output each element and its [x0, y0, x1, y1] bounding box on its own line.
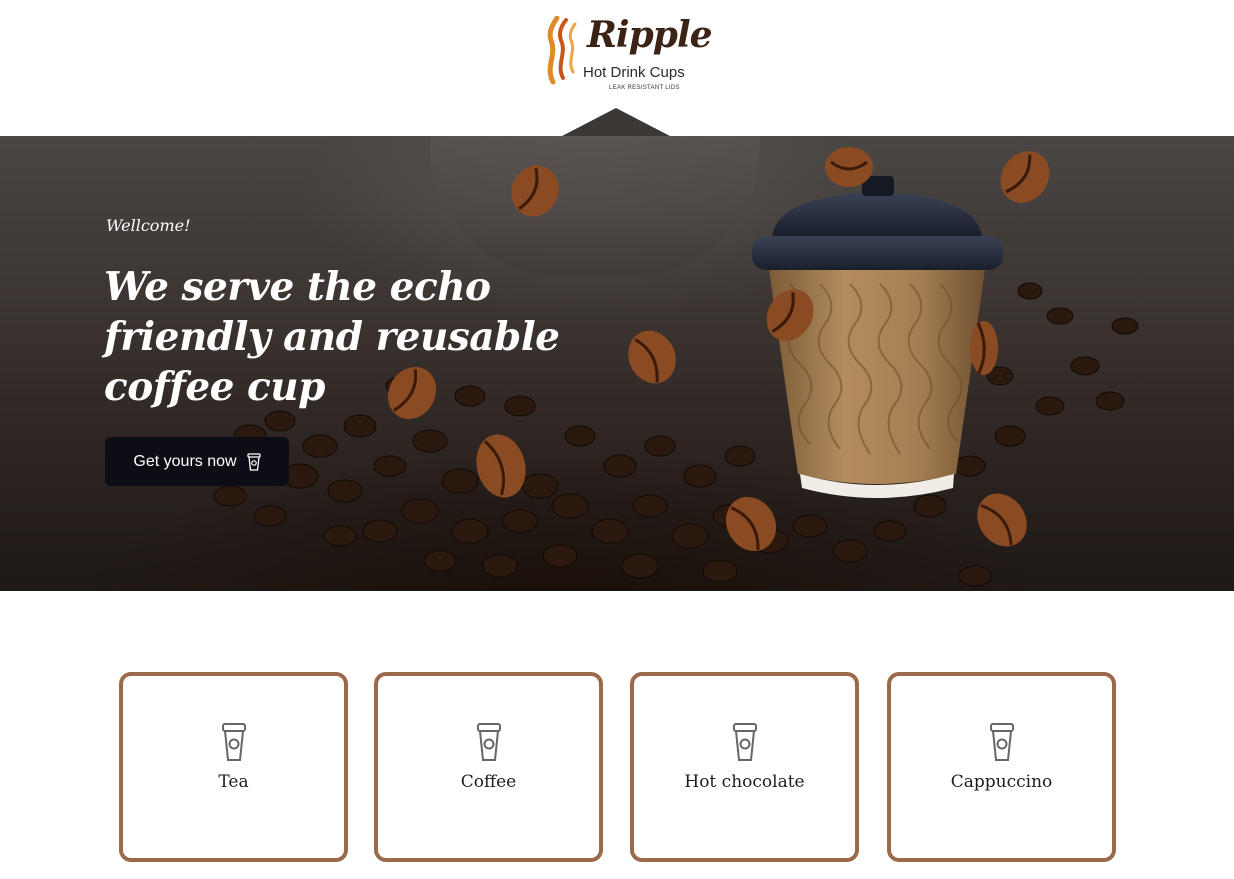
get-yours-now-label: Get yours now [133, 452, 237, 470]
floating-coffee-bean [476, 434, 526, 498]
category-cards: Tea Coffee Hot chocolate Cappuccino [0, 672, 1234, 864]
floating-coffee-bean [1000, 151, 1050, 203]
floating-coffee-bean [628, 330, 676, 384]
floating-coffee-bean [825, 147, 873, 187]
category-card-coffee[interactable]: Coffee [374, 672, 603, 862]
cup-icon [476, 723, 501, 761]
category-label: Coffee [460, 772, 517, 792]
floating-coffee-bean [970, 321, 998, 375]
category-card-hot-chocolate[interactable]: Hot chocolate [630, 672, 859, 862]
category-label: Hot chocolate [684, 772, 805, 792]
floating-coffee-bean [766, 289, 814, 341]
floating-coffee-bean [511, 165, 559, 217]
category-card-tea[interactable]: Tea [119, 672, 348, 862]
cup-icon [732, 723, 757, 761]
hero-banner: Wellcome! We serve the echo friendly and… [0, 136, 1234, 591]
floating-coffee-bean [725, 496, 777, 552]
hero-title: We serve the echo friendly and reusable … [104, 264, 560, 410]
floating-coffee-bean [387, 366, 437, 420]
category-card-cappuccino[interactable]: Cappuccino [887, 672, 1116, 862]
cup-icon [246, 452, 261, 471]
get-yours-now-button[interactable]: Get yours now [105, 437, 289, 486]
floating-coffee-bean [977, 493, 1027, 547]
logo-tagline: LEAK RESISTANT LIDS [609, 85, 680, 91]
logo-subtitle: Hot Drink Cups [583, 64, 685, 81]
hero-welcome: Wellcome! [106, 216, 191, 235]
cup-icon [989, 723, 1014, 761]
site-logo[interactable]: Ripple Hot Drink Cups LEAK RESISTANT LID… [543, 12, 713, 100]
hero-notch [562, 108, 670, 136]
cup-icon [221, 723, 246, 761]
category-label: Tea [218, 772, 249, 792]
site-header: Ripple Hot Drink Cups LEAK RESISTANT LID… [0, 0, 1234, 136]
category-label: Cappuccino [950, 772, 1053, 792]
steam-logo-icon [547, 16, 577, 85]
logo-brand: Ripple [587, 14, 713, 56]
